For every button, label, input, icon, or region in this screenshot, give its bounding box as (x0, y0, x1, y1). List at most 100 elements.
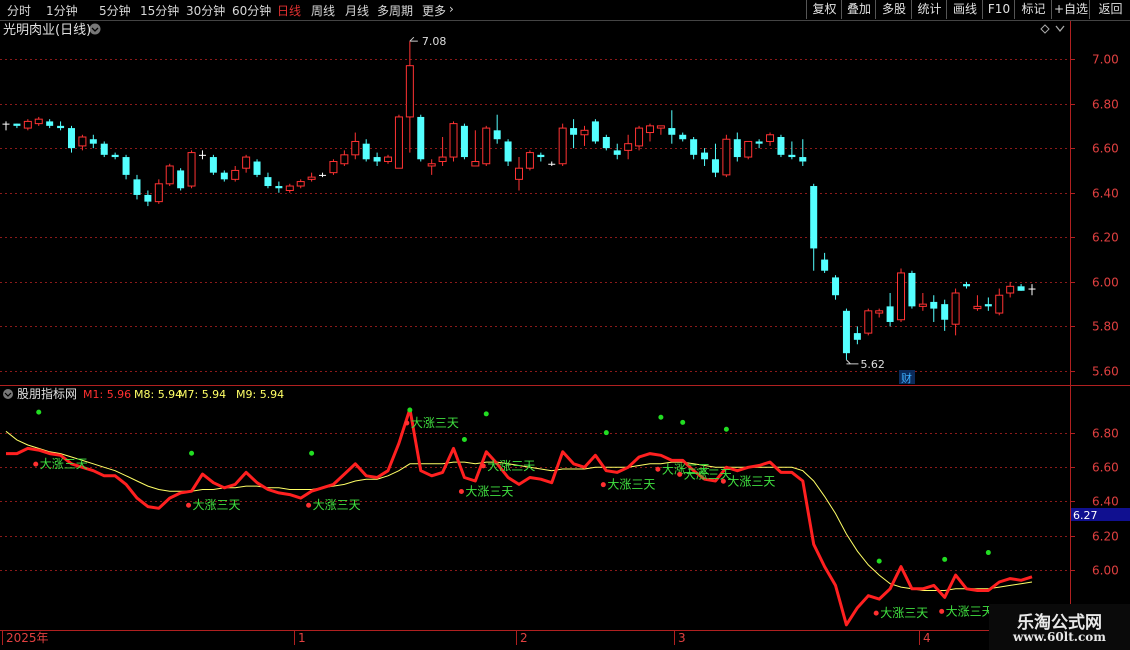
signal-dot-green (309, 450, 315, 456)
candle-body-down (57, 125, 65, 129)
candle-body-up (864, 310, 873, 334)
tab-60min[interactable]: 60分钟 (232, 2, 271, 19)
candle-body-down (842, 310, 850, 354)
add-watchlist-button[interactable]: +自选 (1051, 0, 1090, 19)
candle-body-up (427, 163, 436, 167)
period-toolbar: 分时 1分钟 5分钟 15分钟 30分钟 60分钟 日线 周线 月线 多周期 更多 › 复权 叠加 多股 统计… (0, 0, 1130, 21)
candle-body-down (701, 152, 709, 160)
candle-body-down (504, 141, 512, 162)
event-marker-icon: 财 (901, 371, 912, 385)
overlay-button[interactable]: 叠加 (841, 0, 876, 19)
candle-body-down (788, 154, 796, 158)
tab-5min[interactable]: 5分钟 (99, 2, 131, 19)
signal-dot-red (186, 502, 192, 508)
candle-body-down (963, 284, 971, 287)
signal-label: 大涨三天 (465, 484, 513, 499)
candle-body-up (744, 140, 753, 158)
signal-dot-red (600, 482, 606, 488)
candle-body-down (548, 163, 556, 165)
chevron-right-icon[interactable]: › (449, 2, 454, 16)
signal-dot-red (306, 502, 312, 508)
candle-body-down (668, 128, 676, 135)
main-yaxis-label: 5.60 (1092, 365, 1119, 379)
main-yaxis-label: 6.00 (1092, 276, 1119, 290)
back-button[interactable]: 返回 (1089, 0, 1130, 19)
main-yaxis-label: 6.20 (1092, 231, 1119, 245)
stats-button[interactable]: 统计 (911, 0, 947, 19)
axis-edge (1120, 24, 1130, 384)
tab-fenshi[interactable]: 分时 (7, 2, 31, 19)
indicator-legend-1: M8: 5.94 (134, 388, 182, 401)
candle-body-up (231, 169, 240, 180)
low-arrow (846, 359, 859, 365)
candle-body-up (154, 183, 163, 203)
tab-week[interactable]: 周线 (311, 2, 335, 19)
m1-line (6, 407, 1033, 627)
candle-body-down (537, 154, 545, 158)
restore-rights-button[interactable]: 复权 (806, 0, 842, 19)
candle-body-down (832, 277, 840, 296)
signal-dot-green (876, 558, 882, 564)
candle-body-down (777, 137, 785, 155)
candle-body-up (580, 129, 589, 136)
tab-day[interactable]: 日线 (277, 2, 301, 19)
diamond-icon (1040, 24, 1050, 34)
signal-dot-red (458, 489, 464, 495)
signal-dot-green (985, 550, 991, 556)
indicator-dropdown-icon (3, 389, 13, 399)
indicator-yaxis-label: 6.20 (1092, 530, 1119, 544)
candle-body-down (264, 177, 272, 187)
candle-body-down (362, 143, 370, 160)
chart-canvas[interactable]: 7.00 6.80 6.60 6.40 6.20 6.00 5.80 5.60 6.80 6.60… (0, 0, 1130, 650)
collapse-chevron-icon (1055, 25, 1065, 33)
tab-month[interactable]: 月线 (345, 2, 369, 19)
main-yaxis-label: 6.60 (1092, 142, 1119, 156)
candle-body-up (296, 181, 305, 187)
candle-body-up (351, 140, 360, 156)
tab-30min[interactable]: 30分钟 (186, 2, 225, 19)
indicator-yaxis-label: 6.40 (1092, 495, 1119, 509)
signal-dot-green (658, 414, 664, 420)
candle-body-down (930, 301, 938, 309)
signal-dot-green (680, 419, 686, 425)
signal-label: 大涨三天 (880, 605, 928, 620)
mark-button[interactable]: 标记 (1014, 0, 1052, 19)
candle-body-down (46, 121, 54, 126)
tab-more[interactable]: 更多 (422, 2, 446, 19)
candle-body-up (995, 294, 1004, 314)
multi-stock-button[interactable]: 多股 (875, 0, 912, 19)
candle-body-down (1017, 286, 1025, 291)
candle-body-up (384, 156, 393, 163)
candle-body-down (886, 306, 894, 322)
signal-label: 大涨三天 (607, 477, 655, 492)
candle-body-down (275, 186, 283, 189)
candle-body-up (482, 127, 491, 165)
low-price-label: 5.62 (860, 358, 885, 371)
signal-dot-green (189, 450, 195, 456)
draw-line-button[interactable]: 画线 (946, 0, 983, 19)
date-label: 2025年 (6, 631, 49, 645)
date-label: 4 (923, 631, 931, 645)
high-arrow (409, 36, 418, 42)
date-label: 1 (298, 631, 306, 645)
candle-body-down (602, 137, 610, 149)
candle-body-up (329, 161, 338, 174)
candle-body-up (722, 138, 731, 176)
tab-multi[interactable]: 多周期 (377, 2, 413, 19)
candle-body-up (645, 125, 654, 134)
candle-body-down (799, 157, 807, 162)
candle-body-down (984, 304, 992, 307)
candle-body-down (853, 333, 861, 340)
signal-dot-red (655, 466, 661, 472)
ma-line (5, 430, 1033, 591)
cursor-value: 6.27 (1073, 509, 1098, 522)
f10-button[interactable]: F10 (982, 0, 1015, 19)
candle-body-down (209, 157, 217, 173)
candle-body-down (253, 161, 261, 175)
candle-body-up (525, 152, 534, 169)
candle-body-up (973, 305, 982, 310)
tab-15min[interactable]: 15分钟 (140, 2, 179, 19)
candle-body-down (13, 123, 21, 126)
signal-label: 大涨三天 (487, 458, 535, 473)
tab-1min[interactable]: 1分钟 (46, 2, 78, 19)
